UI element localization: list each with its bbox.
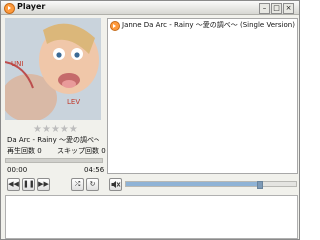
repeat-button[interactable]: ↻ — [86, 178, 99, 191]
app-icon — [4, 3, 15, 14]
minimize-button[interactable]: – — [259, 3, 270, 14]
play-count: 再生回数 0 — [7, 146, 42, 156]
pause-icon: ❚❚ — [23, 180, 35, 188]
star-icon[interactable]: ★ — [33, 124, 42, 135]
star-icon[interactable]: ★ — [42, 124, 51, 135]
skip-count: スキップ回数 0 — [57, 146, 106, 156]
playlist[interactable]: Janne Da Arc - Rainy ～愛の調べ～ (Single Vers… — [107, 18, 298, 174]
next-button[interactable]: ▶▶ — [37, 178, 50, 191]
playlist-item[interactable]: Janne Da Arc - Rainy ～愛の調べ～ (Single Vers… — [109, 20, 296, 31]
skip-count-value: 0 — [101, 147, 106, 155]
next-icon: ▶▶ — [38, 180, 49, 188]
title-bar: Player – □ × — [1, 1, 299, 15]
time-total: 04:56 — [84, 166, 105, 174]
speaker-muted-icon — [111, 181, 121, 188]
pause-button[interactable]: ❚❚ — [22, 178, 35, 191]
rating-stars[interactable]: ★★★★★ — [33, 124, 78, 135]
previous-icon: ◀◀ — [8, 180, 19, 188]
window-title: Player — [17, 2, 46, 11]
star-icon[interactable]: ★ — [51, 124, 60, 135]
volume-knob[interactable] — [256, 181, 263, 189]
play-count-label: 再生回数 — [7, 147, 35, 155]
previous-button[interactable]: ◀◀ — [7, 178, 20, 191]
star-icon[interactable]: ★ — [60, 124, 69, 135]
play-count-value: 0 — [37, 147, 42, 155]
svg-text:LEV: LEV — [67, 98, 80, 106]
shuffle-button[interactable]: ⤮ — [71, 178, 84, 191]
playlist-item-title: Janne Da Arc - Rainy ～愛の調べ～ (Single Vers… — [122, 21, 295, 29]
maximize-button[interactable]: □ — [271, 3, 282, 14]
star-icon[interactable]: ★ — [69, 124, 78, 135]
now-playing-title: Da Arc - Rainy ～愛の調べ～ (Sin — [7, 136, 99, 144]
time-elapsed: 00:00 — [7, 166, 28, 174]
mute-button[interactable] — [109, 178, 122, 191]
album-cover: UNI LEV — [5, 18, 101, 120]
album-cover-image: UNI LEV — [5, 18, 101, 120]
now-playing-icon — [110, 21, 120, 31]
seek-bar[interactable] — [5, 158, 103, 163]
info-panel — [5, 195, 298, 239]
volume-slider[interactable] — [125, 181, 297, 189]
repeat-icon: ↻ — [89, 180, 96, 188]
close-button[interactable]: × — [283, 3, 294, 14]
volume-fill — [126, 182, 259, 186]
player-window: Player – □ × UNI LEV ★★★★★ Da Arc - Rain… — [0, 0, 300, 240]
svg-text:UNI: UNI — [11, 60, 23, 68]
shuffle-icon: ⤮ — [74, 180, 81, 188]
skip-count-label: スキップ回数 — [57, 147, 99, 155]
